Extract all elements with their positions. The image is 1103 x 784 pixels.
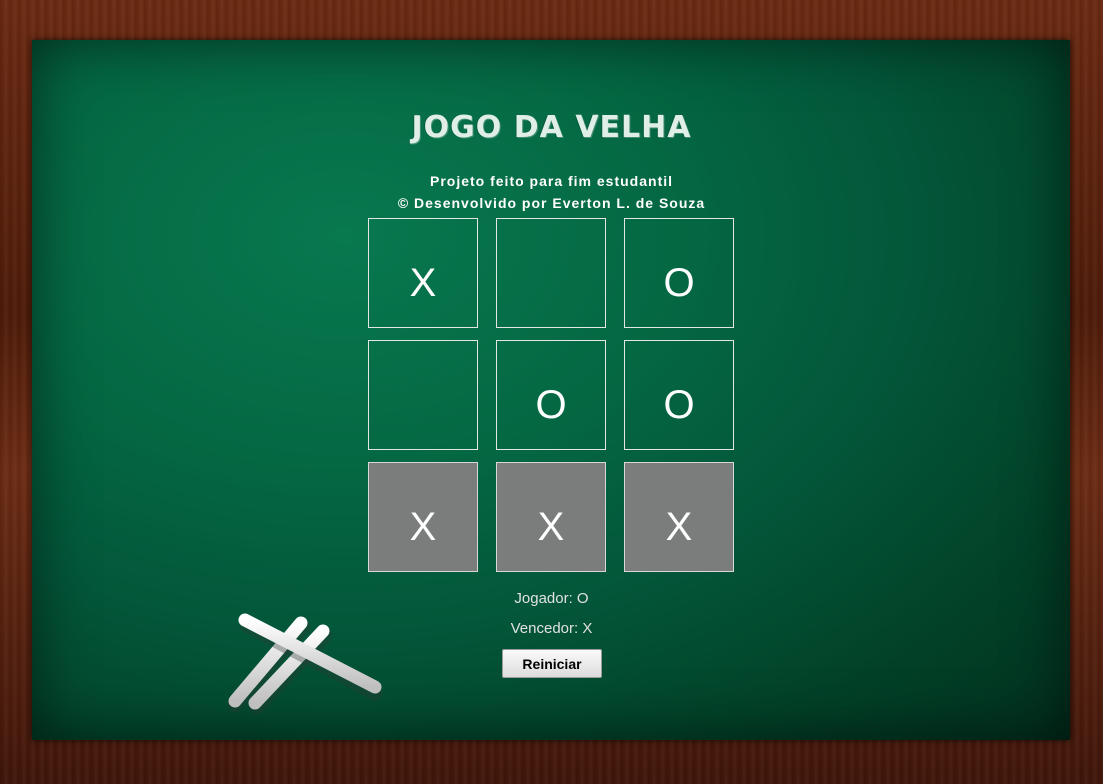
restart-button[interactable]: Reiniciar <box>502 649 602 678</box>
current-player-label: Jogador: O <box>514 590 589 607</box>
cell-4[interactable]: O <box>496 340 606 450</box>
cell-2[interactable]: O <box>624 218 734 328</box>
cell-1[interactable] <box>496 218 606 328</box>
cell-3[interactable] <box>368 340 478 450</box>
subtitle-project: Projeto feito para fim estudantil <box>429 173 674 189</box>
subtitle-credits: © Desenvolvido por Everton L. de Souza <box>397 195 706 211</box>
cell-6[interactable]: X <box>368 462 478 572</box>
cell-5[interactable]: O <box>624 340 734 450</box>
cell-8[interactable]: X <box>624 462 734 572</box>
page-title: JOGO DA VELHA <box>411 110 692 145</box>
winner-label: Vencedor: X <box>510 620 593 637</box>
chalk-sticks-icon <box>227 613 383 715</box>
cell-0[interactable]: X <box>368 218 478 328</box>
cell-7[interactable]: X <box>496 462 606 572</box>
